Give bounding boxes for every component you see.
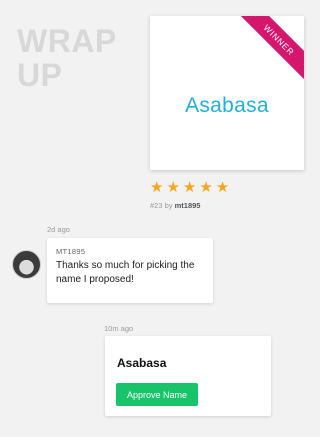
star-icon: ★: [150, 178, 164, 196]
winner-name: Asabasa: [185, 94, 269, 117]
message-text: Thanks so much for picking the name I pr…: [56, 260, 195, 285]
star-icon: ★: [182, 178, 197, 196]
winner-rank: #23: [150, 201, 163, 210]
approval-timestamp: 10m ago: [104, 324, 134, 333]
winner-meta: #23 by mt1895: [150, 201, 200, 210]
winner-card: WINNER Asabasa: [150, 16, 304, 170]
star-icon: ★: [166, 178, 180, 196]
approve-name-button[interactable]: Approve Name: [116, 383, 198, 406]
heading-line-1: WRAP: [17, 23, 117, 59]
star-icon: ★: [215, 178, 230, 196]
by-label: by: [164, 201, 173, 210]
approval-card: Asabasa Approve Name: [105, 336, 271, 416]
message-bubble: MT1895 Thanks so much for picking the na…: [47, 238, 213, 303]
heading-line-2: UP: [17, 57, 63, 93]
star-icon: ★: [199, 178, 213, 196]
star-rating: ★ ★ ★ ★ ★: [150, 180, 229, 195]
winner-ribbon: WINNER: [233, 16, 304, 86]
approval-name: Asabasa: [117, 356, 167, 370]
message-timestamp: 2d ago: [47, 225, 70, 234]
winner-user[interactable]: mt1895: [175, 201, 201, 210]
message-username: MT1895: [56, 247, 86, 256]
user-avatar[interactable]: [12, 250, 41, 279]
page-heading: WRAP UP: [17, 24, 117, 92]
